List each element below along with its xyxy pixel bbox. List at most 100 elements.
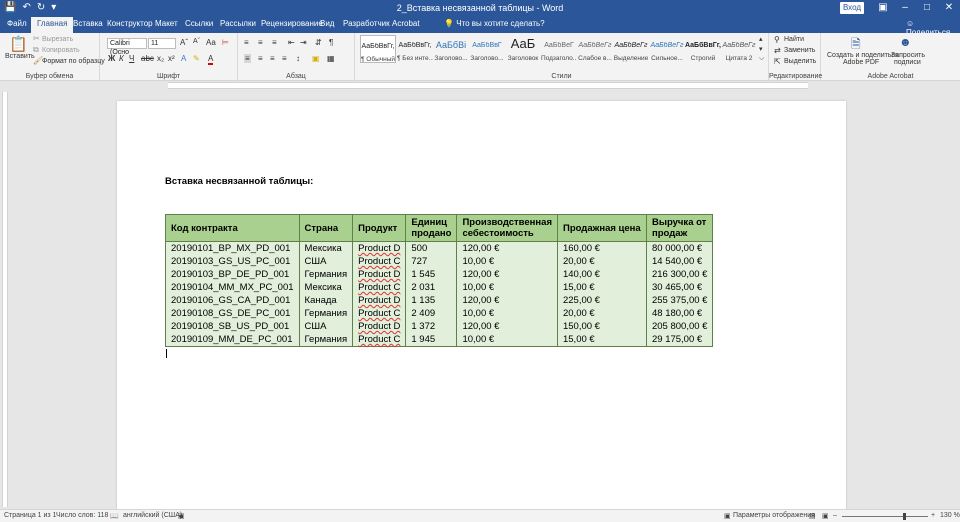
font-family-select[interactable]: Calibri (Осно: [107, 38, 147, 56]
print-layout-icon[interactable]: ▣: [822, 512, 829, 520]
style-emphasis[interactable]: АаБбВеГг Выделение: [613, 35, 649, 63]
select-button[interactable]: Выделить: [784, 58, 816, 65]
find-icon[interactable]: ⚲: [774, 35, 780, 44]
decrease-indent-icon[interactable]: ⇤: [288, 38, 295, 47]
proofing-icon[interactable]: 📖: [110, 512, 119, 520]
tab-design[interactable]: Конструктор: [107, 19, 153, 28]
read-mode-icon[interactable]: ▤: [809, 512, 816, 520]
macro-icon[interactable]: ▣: [178, 512, 185, 520]
select-icon[interactable]: ⇱: [774, 57, 781, 66]
underline-button[interactable]: Ч: [129, 54, 134, 63]
change-case-icon[interactable]: Aa: [206, 38, 216, 47]
zoom-in-icon[interactable]: +: [931, 512, 935, 519]
style-name: ¶ Обычный: [361, 56, 395, 63]
shading-icon[interactable]: ▣: [312, 54, 320, 63]
close-icon[interactable]: ✕: [938, 0, 960, 16]
zoom-level[interactable]: 130 %: [940, 512, 960, 519]
tab-mailings[interactable]: Рассылки: [220, 19, 256, 28]
document-page[interactable]: Вставка несвязанной таблицы: Код контрак…: [117, 101, 846, 512]
tab-file[interactable]: Файл: [7, 19, 27, 28]
word-count[interactable]: Число слов: 118: [56, 512, 108, 519]
format-painter-button[interactable]: Формат по образцу: [42, 58, 105, 65]
styles-more-icon[interactable]: ⌵: [759, 55, 764, 63]
align-left-icon[interactable]: ≡: [244, 54, 251, 63]
style-subtitle[interactable]: АаБбВеГ Подзаголо...: [541, 35, 577, 63]
styles-scroll-up-icon[interactable]: ▴: [759, 35, 763, 43]
vertical-ruler[interactable]: [2, 92, 8, 507]
justify-icon[interactable]: ≡: [282, 54, 287, 63]
language-indicator[interactable]: английский (США): [123, 512, 182, 519]
paste-icon[interactable]: 📋: [9, 35, 28, 53]
multilevel-list-icon[interactable]: ≡: [272, 38, 277, 47]
style-normal[interactable]: АаБбВвГг, ¶ Обычный: [360, 35, 396, 63]
contracts-table[interactable]: Код контракта Страна Продукт Единиц прод…: [165, 214, 714, 347]
cell-sale-price: 15,00 €: [556, 281, 647, 294]
login-button[interactable]: Вход: [840, 2, 864, 14]
shrink-font-icon[interactable]: Aˇ: [193, 38, 200, 45]
zoom-out-icon[interactable]: –: [833, 512, 837, 519]
borders-icon[interactable]: ▦: [327, 54, 335, 63]
tab-view[interactable]: Вид: [320, 19, 334, 28]
style-heading-2[interactable]: АаБбВвГ Заголово...: [469, 35, 505, 63]
cut-button[interactable]: Вырезать: [42, 36, 73, 43]
style-no-spacing[interactable]: АаБбВвГг, ¶ Без инте...: [397, 35, 433, 63]
tab-layout[interactable]: Макет: [155, 19, 178, 28]
font-color-button[interactable]: А: [208, 54, 214, 65]
tab-review[interactable]: Рецензирование: [261, 19, 323, 28]
align-center-icon[interactable]: ≡: [258, 54, 263, 63]
font-size-select[interactable]: 11: [148, 38, 176, 49]
grow-font-icon[interactable]: Aˆ: [180, 38, 188, 47]
bullets-icon[interactable]: ≡: [244, 38, 249, 47]
line-spacing-icon[interactable]: ↕: [296, 54, 300, 63]
copy-button[interactable]: Копировать: [42, 47, 80, 54]
show-marks-icon[interactable]: ¶: [329, 38, 333, 47]
style-subtle-emphasis[interactable]: АаБбВеГг Слабое в...: [577, 35, 613, 63]
sort-icon[interactable]: ⇵: [315, 38, 322, 47]
increase-indent-icon[interactable]: ⇥: [300, 38, 307, 47]
style-title[interactable]: АаБ Заголовок: [505, 35, 541, 63]
copy-icon[interactable]: ⧉: [33, 45, 39, 55]
style-intense-emphasis[interactable]: АаБбВеГг Сильное...: [649, 35, 685, 63]
replace-icon[interactable]: ⇄: [774, 46, 781, 55]
cell-contract-code: 20190103_BP_DE_PD_001: [165, 268, 300, 281]
cell-production-cost: 10,00 €: [456, 255, 558, 268]
create-share-pdf-button[interactable]: Создать и поделиться: [827, 52, 899, 59]
tell-me-search[interactable]: 💡 Что вы хотите сделать?: [444, 19, 545, 28]
highlight-icon[interactable]: ✎: [193, 54, 200, 63]
page-count[interactable]: Страница 1 из 1: [4, 512, 56, 519]
zoom-slider-thumb[interactable]: [903, 513, 906, 520]
horizontal-ruler[interactable]: [0, 81, 960, 90]
tab-acrobat[interactable]: Acrobat: [392, 19, 420, 28]
subscript-icon[interactable]: x₂: [157, 54, 164, 63]
restore-icon[interactable]: ▣: [872, 0, 894, 16]
italic-button[interactable]: К: [119, 54, 124, 63]
cell-production-cost: 10,00 €: [456, 281, 558, 294]
replace-button[interactable]: Заменить: [784, 47, 815, 54]
superscript-icon[interactable]: x²: [168, 54, 175, 63]
cut-icon[interactable]: ✂: [33, 34, 40, 43]
paste-button[interactable]: Вставить: [5, 53, 35, 60]
tab-insert[interactable]: Вставка: [73, 19, 103, 28]
numbering-icon[interactable]: ≡: [258, 38, 263, 47]
bold-button[interactable]: Ж: [108, 54, 115, 63]
styles-scroll-down-icon[interactable]: ▾: [759, 45, 763, 53]
request-signature-icon[interactable]: ☻: [899, 35, 912, 49]
style-strong[interactable]: АаБбВвГг, Строгий: [685, 35, 721, 63]
tab-developer[interactable]: Разработчик: [343, 19, 390, 28]
tab-references[interactable]: Ссылки: [185, 19, 213, 28]
style-quote-2[interactable]: АаБбВеГг Цитата 2: [721, 35, 757, 63]
align-right-icon[interactable]: ≡: [270, 54, 275, 63]
style-heading-1[interactable]: АаБбВі Заголово...: [433, 35, 469, 63]
zoom-slider[interactable]: [842, 516, 928, 517]
display-settings-button[interactable]: Параметры отображения: [733, 512, 815, 519]
cell-units-sold: 1 372: [405, 320, 458, 333]
minimize-icon[interactable]: –: [894, 0, 916, 16]
tab-home[interactable]: Главная: [31, 17, 74, 33]
request-signature-button[interactable]: Запросить: [891, 52, 925, 59]
find-button[interactable]: Найти: [784, 36, 804, 43]
strikethrough-icon[interactable]: abc: [141, 54, 154, 63]
clear-formatting-icon[interactable]: ⊨: [222, 38, 229, 47]
display-settings-icon[interactable]: ▣: [724, 512, 731, 520]
maximize-icon[interactable]: □: [916, 0, 938, 16]
text-effects-icon[interactable]: A: [181, 54, 186, 63]
